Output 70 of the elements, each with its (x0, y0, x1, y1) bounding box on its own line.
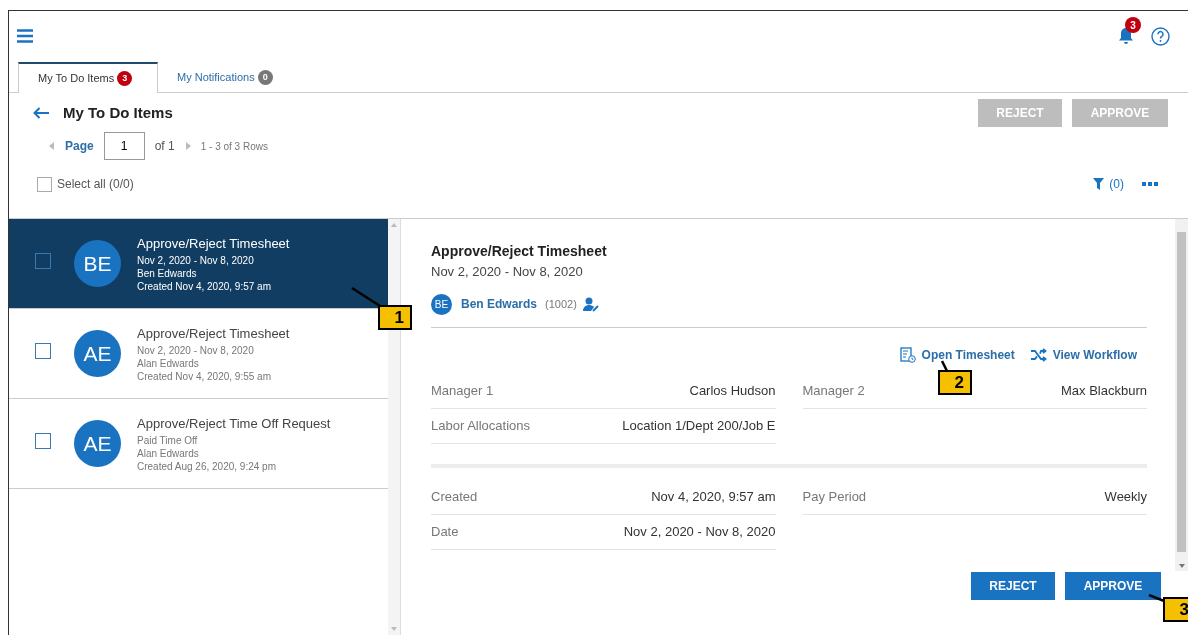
field-value: Weekly (1104, 487, 1147, 506)
item-title: Approve/Reject Timesheet (137, 235, 290, 254)
avatar: BE (431, 293, 452, 315)
callout-number: 2 (938, 370, 972, 395)
avatar: AE (74, 420, 121, 467)
leader-line (1148, 594, 1165, 602)
item-detail: Paid Time Off (137, 433, 199, 447)
item-detail: Nov 2, 2020 - Nov 8, 2020 (137, 253, 255, 267)
todo-item[interactable]: BE Approve/Reject Timesheet Nov 2, 2020 - Nov 8, 2020 Ben Edwards Created Nov 4, 2020, 9:57 am (9, 219, 388, 309)
select-all-label: Select all (0/0) (57, 176, 134, 193)
field-label: Created (431, 487, 478, 506)
item-detail: Ben Edwards (137, 266, 198, 280)
reject-button[interactable]: REJECT (971, 571, 1055, 600)
item-title: Approve/Reject Timesheet (137, 325, 290, 344)
timesheet-icon (899, 346, 916, 363)
scrollbar[interactable] (1175, 219, 1188, 571)
menu-icon[interactable] (17, 29, 33, 43)
item-detail: Nov 2, 2020 - Nov 8, 2020 (137, 343, 255, 357)
count-badge: 0 (257, 70, 273, 85)
page-label: Page (65, 138, 94, 155)
item-detail: Alan Edwards (137, 446, 200, 460)
checkbox[interactable] (37, 176, 52, 192)
field-label: Manager 2 (802, 381, 865, 400)
field-value: Nov 2, 2020 - Nov 8, 2020 (623, 522, 776, 541)
help-icon[interactable] (1151, 26, 1170, 46)
leader-line (941, 360, 948, 372)
page-title: My To Do Items (63, 102, 173, 123)
filter-icon (1093, 178, 1105, 190)
shuffle-icon (1029, 347, 1047, 362)
bell-icon[interactable] (1117, 27, 1135, 45)
more-options-icon[interactable] (1142, 182, 1158, 186)
item-detail: Created Aug 26, 2020, 9:24 pm (137, 459, 277, 473)
field-value: Max Blackburn (1061, 381, 1147, 400)
field-label: Manager 1 (431, 381, 494, 400)
page-count: of 1 (154, 138, 175, 155)
field-value: Carlos Hudson (689, 381, 776, 400)
action-link[interactable]: View Workflow (1029, 345, 1137, 364)
field-value: Nov 4, 2020, 9:57 am (651, 487, 776, 506)
checkbox[interactable] (35, 252, 51, 269)
user-edit-icon[interactable] (582, 296, 600, 312)
notification-badge: 3 (1125, 17, 1141, 33)
page-field[interactable]: 1 (103, 132, 145, 160)
back-arrow-icon[interactable] (33, 107, 50, 119)
person-link[interactable]: Ben Edwards (461, 295, 538, 313)
avatar: BE (74, 240, 121, 287)
checkbox[interactable] (35, 342, 51, 359)
avatar: AE (74, 330, 121, 377)
field-label: Date (431, 522, 459, 541)
checkbox[interactable] (35, 432, 51, 449)
approve-button[interactable]: APPROVE (1065, 571, 1161, 600)
tab[interactable]: My To Do Items 3 (18, 62, 158, 93)
leader-line (350, 286, 382, 308)
scroll-down-icon[interactable] (1178, 564, 1185, 568)
item-detail: Alan Edwards (137, 356, 200, 370)
item-detail: Created Nov 4, 2020, 9:55 am (137, 369, 272, 383)
detail-dates: Nov 2, 2020 - Nov 8, 2020 (431, 263, 584, 281)
item-title: Approve/Reject Time Off Request (137, 415, 331, 434)
tab[interactable]: My Notifications 0 (158, 62, 292, 93)
detail-title: Approve/Reject Timesheet (431, 242, 608, 261)
field-label: Pay Period (802, 487, 867, 506)
item-detail: Created Nov 4, 2020, 9:57 am (137, 279, 272, 293)
action-link[interactable]: Open Timesheet (899, 345, 1015, 364)
field-label: Labor Allocations (431, 416, 530, 435)
count-badge: 3 (117, 71, 133, 86)
row-count: 1 - 3 of 3 Rows (200, 139, 268, 154)
field-value: Location 1/Dept 200/Job E (622, 416, 776, 435)
filter-button[interactable]: (0) (1093, 175, 1124, 193)
callout-number: 1 (378, 305, 412, 330)
callout-number: 3 (1163, 597, 1188, 622)
person-id: (1002) (545, 296, 577, 312)
